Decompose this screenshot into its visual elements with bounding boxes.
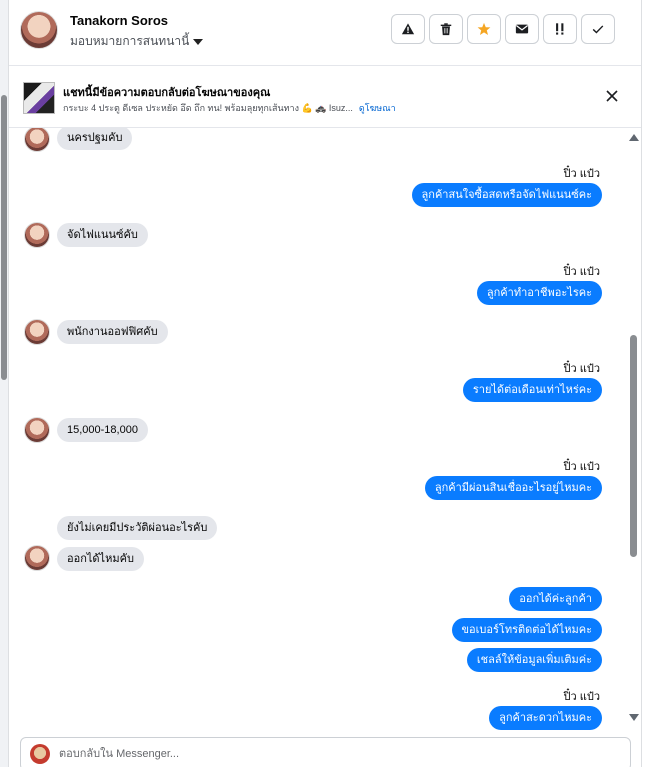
outgoing-message: ออกได้ค่ะลูกค้า [509, 587, 602, 611]
conversation-header: Tanakorn Soros มอบหมายการสนทนานี้ [9, 0, 641, 66]
outgoing-message: ขอเบอร์โทรติดต่อได้ไหมคะ [451, 618, 602, 642]
scroll-up-icon[interactable] [629, 134, 639, 141]
ad-thumbnail[interactable] [23, 82, 55, 114]
sender-name: ปิ๋ว แป๋ว [563, 266, 600, 278]
divider [641, 0, 642, 767]
thread-scrollbar-thumb[interactable] [630, 335, 637, 557]
conversation-actions [391, 14, 615, 44]
contact-avatar[interactable] [20, 11, 58, 49]
sender-name: ปิ๋ว แป๋ว [563, 363, 600, 375]
reply-input[interactable] [59, 745, 459, 763]
outgoing-message: รายได้ต่อเดือนเท่าไหร่คะ [462, 378, 602, 402]
page-scrollbar[interactable] [0, 0, 9, 767]
sender-name: ปิ๋ว แป๋ว [563, 168, 600, 180]
envelope-icon [515, 24, 529, 34]
warning-icon [401, 23, 415, 35]
caret-down-icon [193, 38, 204, 45]
delete-button[interactable] [429, 14, 463, 44]
incoming-message: ออกได้ไหมคับ [57, 547, 144, 571]
page-avatar [30, 744, 50, 764]
mark-done-button[interactable] [581, 14, 615, 44]
incoming-message: ยังไม่เคยมีประวัติผ่อนอะไรคับ [57, 516, 218, 540]
incoming-message: 15,000-18,000 [57, 418, 148, 442]
contact-avatar-small [24, 128, 50, 152]
contact-avatar-small [24, 545, 50, 571]
page-scrollbar-thumb[interactable] [1, 95, 7, 380]
message-thread[interactable]: นครปฐมคับ ปิ๋ว แป๋ว ลูกค้าสนใจซื้อสดหรือ… [9, 128, 627, 730]
star-button[interactable] [467, 14, 501, 44]
reply-composer [20, 737, 631, 767]
contact-avatar-small [24, 222, 50, 248]
sender-name: ปิ๋ว แป๋ว [563, 461, 600, 473]
incoming-message: นครปฐมคับ [57, 128, 133, 150]
ad-reply-banner: แชทนี้มีข้อความตอบกลับต่อโฆษณาของคุณ กระ… [9, 66, 641, 128]
thread-scrollbar[interactable] [627, 128, 641, 730]
ad-banner-title: แชทนี้มีข้อความตอบกลับต่อโฆษณาของคุณ [63, 87, 271, 99]
outgoing-message: เชลล์ให้ข้อมูลเพิ่มเติมค่ะ [466, 648, 602, 672]
outgoing-message: ลูกค้ามีผ่อนสินเชื่ออะไรอยู่ไหมคะ [424, 476, 602, 500]
exclamation-icon [556, 23, 564, 35]
sender-name: ปิ๋ว แป๋ว [563, 691, 600, 703]
view-ad-link[interactable]: ดูโฆษณา [359, 103, 396, 113]
check-icon [592, 25, 604, 34]
incoming-message: จัดไฟแนนซ์คับ [57, 223, 148, 247]
assign-conversation-dropdown[interactable]: มอบหมายการสนทนานี้ [70, 32, 204, 51]
contact-avatar-small [24, 417, 50, 443]
report-spam-button[interactable] [391, 14, 425, 44]
trash-icon [440, 23, 452, 36]
follow-up-button[interactable] [543, 14, 577, 44]
outgoing-message: ลูกค้าทำอาชีพอะไรคะ [476, 281, 602, 305]
close-icon[interactable] [604, 88, 620, 104]
assign-conversation-label: มอบหมายการสนทนานี้ [70, 34, 190, 48]
ad-banner-text: กระบะ 4 ประตู ดีเซล ประหยัด อึด ถึก ทน! … [63, 101, 396, 115]
star-icon [477, 22, 491, 35]
contact-avatar-small [24, 319, 50, 345]
scroll-down-icon[interactable] [629, 714, 639, 721]
ad-description: กระบะ 4 ประตู ดีเซล ประหยัด อึด ถึก ทน! … [63, 103, 353, 113]
contact-name[interactable]: Tanakorn Soros [70, 13, 168, 28]
incoming-message: พนักงานออฟฟิศคับ [57, 320, 168, 344]
outgoing-message: ลูกค้าสะดวกไหมคะ [489, 706, 602, 730]
outgoing-message: ลูกค้าสนใจซื้อสดหรือจัดไฟแนนซ์คะ [411, 183, 602, 207]
mark-unread-button[interactable] [505, 14, 539, 44]
